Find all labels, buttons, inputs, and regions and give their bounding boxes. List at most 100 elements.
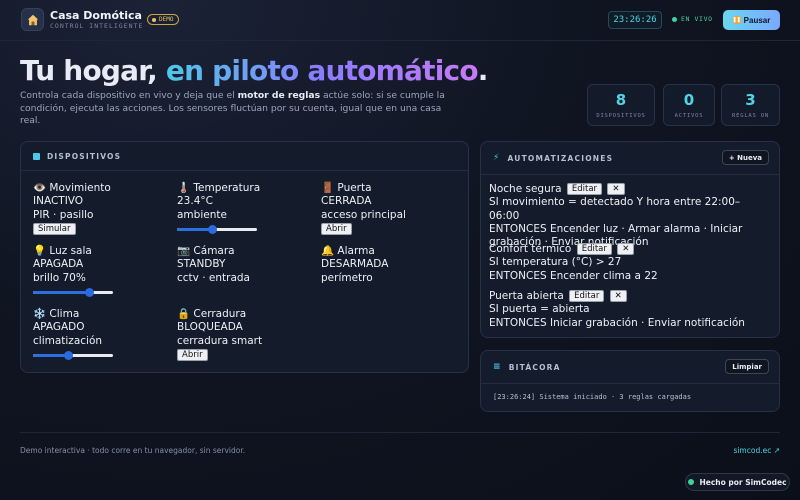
device-detail: climatización xyxy=(33,334,103,347)
pause-label: Pausar xyxy=(743,15,771,25)
bell-icon: 🔔 xyxy=(321,245,335,257)
device-card-puerta: 🚪 Puerta CERRADA acceso principal Abrir xyxy=(321,182,406,235)
device-card-movimiento: 👁️ Movimiento INACTIVO PIR · pasillo Sim… xyxy=(33,182,111,235)
device-detail: perímetro xyxy=(321,271,373,284)
edit-rule-button[interactable]: Editar xyxy=(569,290,605,302)
device-name: Clima xyxy=(49,308,80,320)
device-detail: acceso principal xyxy=(321,208,406,221)
rule-item: Confort térmico Editar ✕ SI temperatura … xyxy=(489,243,769,283)
bulb-icon: 💡 xyxy=(33,245,47,257)
rule-name: Noche segura xyxy=(489,183,562,195)
clock: 23:26:26 xyxy=(608,11,662,29)
device-state: STANDBY xyxy=(177,258,226,271)
temperature-slider[interactable] xyxy=(177,224,257,235)
demo-badge-label: DEMO xyxy=(159,16,174,23)
rule-condition: SI movimiento = detectado Y hora entre 2… xyxy=(489,196,741,222)
status-dot-icon xyxy=(688,479,695,485)
thermometer-icon: 🌡️ xyxy=(177,182,191,194)
live-label: EN VIVO xyxy=(681,15,713,23)
made-by-badge[interactable]: Hecho por SimCodec xyxy=(685,473,790,491)
clear-log-button[interactable]: Limpiar xyxy=(725,359,769,374)
desc-bold: motor de reglas xyxy=(237,90,321,101)
rule-item: Noche segura Editar ✕ SI movimiento = de… xyxy=(489,183,769,249)
device-card-cerradura: 🔒 Cerradura BLOQUEADA cerradura smart Ab… xyxy=(177,308,262,361)
device-card-alarma: 🔔 Alarma DESARMADA perímetro xyxy=(321,245,388,285)
rule-condition: SI puerta = abierta xyxy=(489,303,590,316)
eye-icon: 👁️ xyxy=(33,182,47,194)
desc-part-1: Controla cada dispositivo en vivo y deja… xyxy=(20,90,238,101)
stat-value: 8 xyxy=(615,91,627,109)
device-card-luz-sala: 💡 Luz sala APAGADA brillo 70% xyxy=(33,245,113,298)
devices-header: DISPOSITIVOS xyxy=(21,142,468,171)
footer-link[interactable]: simcod.ec ↗ xyxy=(733,446,780,455)
device-name: Puerta xyxy=(337,182,372,194)
pause-button[interactable]: ❚❚ Pausar xyxy=(723,10,780,30)
camera-icon: 📷 xyxy=(177,245,191,257)
slider-knob[interactable] xyxy=(85,287,94,297)
stat-devices: 8 DISPOSITIVOS xyxy=(587,84,655,126)
lightning-icon: ⚡ xyxy=(493,153,501,163)
rule-name: Confort térmico xyxy=(489,243,572,255)
slider-fill xyxy=(33,353,69,357)
title-end: . xyxy=(477,54,489,87)
log-entry: [23:26:24] Sistema iniciado · 3 reglas c… xyxy=(493,393,692,401)
door-icon: 🚪 xyxy=(321,182,335,194)
brightness-slider[interactable] xyxy=(33,287,113,298)
log-panel: ≡ BITÁCORA Limpiar [23:26:24] Sistema in… xyxy=(480,350,780,412)
stat-active: 0 ACTIVOS xyxy=(663,84,715,126)
climate-slider[interactable] xyxy=(33,350,113,361)
slider-fill xyxy=(33,290,89,294)
snowflake-icon: ❄️ xyxy=(33,308,47,320)
app-subtitle: CONTROL INTELIGENTE xyxy=(50,22,144,30)
open-lock-button[interactable]: Abrir xyxy=(177,348,208,361)
stat-value: 3 xyxy=(745,91,756,109)
edit-rule-button[interactable]: Editar xyxy=(566,183,603,195)
device-name: Cerradura xyxy=(193,308,247,320)
title-accent: en piloto automático xyxy=(165,54,479,87)
open-door-button[interactable]: Abrir xyxy=(321,222,352,235)
demo-badge: DEMO xyxy=(147,14,180,25)
rule-actions: ENTONCES Encender clima a 22 xyxy=(489,269,658,282)
device-card-camara: 📷 Cámara STANDBY cctv · entrada xyxy=(177,245,250,285)
device-detail: ambiente xyxy=(177,208,227,221)
dot-icon xyxy=(152,17,156,22)
stat-value: 0 xyxy=(683,91,695,109)
edit-rule-button[interactable]: Editar xyxy=(576,243,612,255)
delete-rule-button[interactable]: ✕ xyxy=(609,290,627,302)
rule-actions: ENTONCES Iniciar grabación · Enviar noti… xyxy=(489,316,745,329)
list-icon: ≡ xyxy=(493,362,502,372)
device-state: BLOQUEADA xyxy=(177,321,243,334)
device-detail: cerradura smart xyxy=(177,334,263,347)
automations-title: AUTOMATIZACIONES xyxy=(507,153,614,163)
device-state: 23.4°C xyxy=(177,195,213,208)
device-card-clima: ❄️ Clima APAGADO climatización xyxy=(33,308,113,361)
rule-name: Puerta abierta xyxy=(489,290,564,302)
device-card-temperatura: 🌡️ Temperatura 23.4°C ambiente xyxy=(177,182,260,235)
delete-rule-button[interactable]: ✕ xyxy=(617,243,635,255)
slider-knob[interactable] xyxy=(64,350,74,360)
pause-icon: ❚❚ xyxy=(732,16,741,24)
device-name: Alarma xyxy=(337,245,375,257)
device-detail: PIR · pasillo xyxy=(33,208,94,221)
live-indicator: EN VIVO xyxy=(672,15,713,23)
device-state: APAGADO xyxy=(33,321,85,334)
log-header: ≡ BITÁCORA Limpiar xyxy=(481,351,779,384)
automations-panel: ⚡ AUTOMATIZACIONES + Nueva Noche segura … xyxy=(480,141,780,338)
device-detail: cctv · entrada xyxy=(177,271,250,284)
title-plain: Tu hogar, xyxy=(20,54,166,87)
device-state: INACTIVO xyxy=(33,195,84,208)
stat-rules: 3 REGLAS ON xyxy=(721,84,780,126)
simulate-button[interactable]: Simular xyxy=(33,222,76,235)
house-icon xyxy=(21,8,44,31)
page-description: Controla cada dispositivo en vivo y deja… xyxy=(20,90,450,128)
device-state: CERRADA xyxy=(321,195,372,208)
log-title: BITÁCORA xyxy=(508,362,561,372)
slider-knob[interactable] xyxy=(208,224,218,234)
new-rule-button[interactable]: + Nueva xyxy=(721,150,769,165)
delete-rule-button[interactable]: ✕ xyxy=(607,183,625,195)
devices-panel: DISPOSITIVOS 👁️ Movimiento INACTIVO PIR … xyxy=(20,141,469,373)
stat-label: DISPOSITIVOS xyxy=(596,113,646,119)
devices-title: DISPOSITIVOS xyxy=(47,151,122,161)
device-name: Luz sala xyxy=(49,245,92,257)
lock-icon: 🔒 xyxy=(177,308,191,320)
